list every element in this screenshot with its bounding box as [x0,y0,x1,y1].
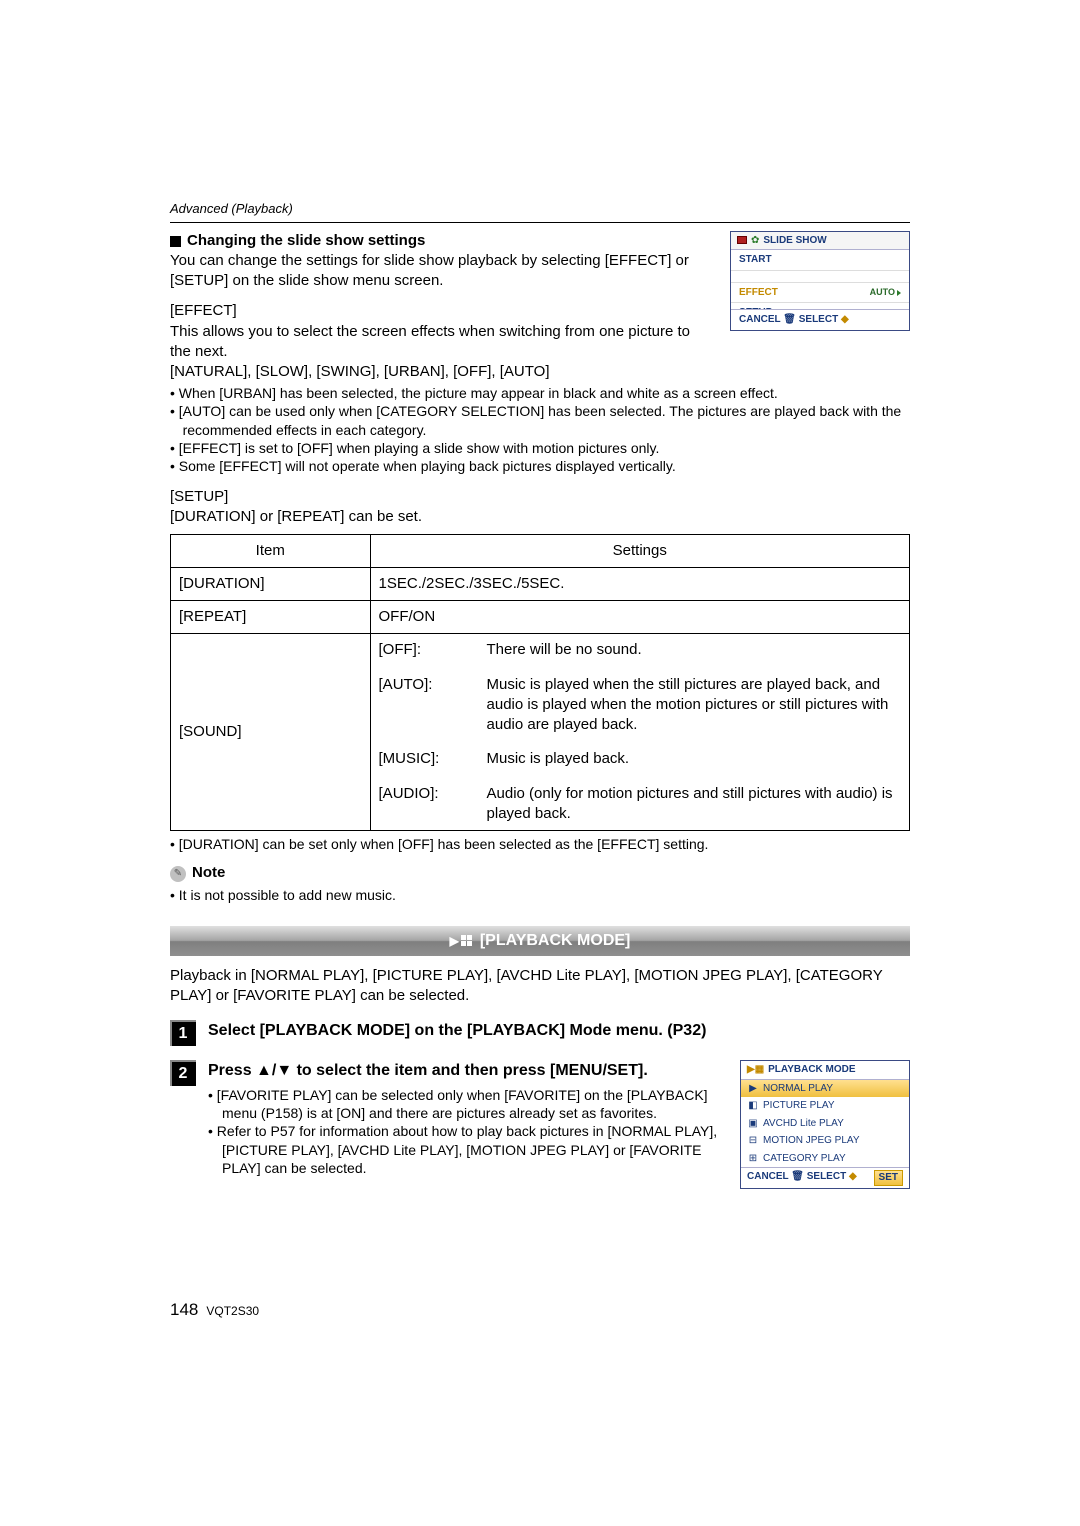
bullet: Refer to P57 for information about how t… [208,1122,724,1177]
page-footer: 148 VQT2S30 [170,1299,910,1322]
manual-page: Advanced (Playback) Changing the slide s… [0,0,1080,1382]
cell-value: 1SEC./2SEC./3SEC./5SEC. [370,567,909,600]
sound-key: [MUSIC]: [379,749,479,769]
menu-item: ▶NORMAL PLAY [741,1080,909,1098]
playback-mode-screenshot: ▶▦ PLAYBACK MODE ▶NORMAL PLAY ◧PICTURE P… [740,1060,910,1189]
menu-item: ▣AVCHD Lite PLAY [741,1115,909,1133]
bullet: Some [EFFECT] will not operate when play… [170,457,910,475]
square-bullet-icon [170,236,181,247]
screenshot-title: PLAYBACK MODE [768,1063,855,1077]
cell-item: [REPEAT] [171,601,371,634]
set-button: SET [874,1170,903,1186]
note-icon: ✎ [170,866,186,882]
setup-desc: [DURATION] or [REPEAT] can be set. [170,507,910,527]
chevron-right-icon [897,290,901,296]
step-1-badge: 1 [170,1020,196,1046]
cell-value: OFF/ON [370,601,909,634]
cell-sound: [OFF]: There will be no sound. [AUTO]: M… [370,634,909,831]
page-number: 148 [170,1299,198,1322]
sound-key: [OFF]: [379,640,479,660]
sound-val: Music is played back. [487,749,901,769]
step-2-badge: 2 [170,1060,196,1086]
sound-key: [AUDIO]: [379,784,479,825]
subheading: Changing the slide show settings [170,231,712,251]
step-2-heading: Press ▲/▼ to select the item and then pr… [208,1060,724,1082]
sound-val: Music is played when the still pictures … [487,675,901,736]
rule [170,222,910,223]
after-table-bullets: [DURATION] can be set only when [OFF] ha… [170,835,910,853]
col-header-item: Item [171,534,371,567]
bullet: When [URBAN] has been selected, the pict… [170,384,910,402]
screenshot-footer: CANCEL 🗑 SELECT ◆ SET [741,1167,909,1188]
slideshow-menu-screenshot: ✿ SLIDE SHOW START EFFECT AUTO SETUP CAN… [730,231,910,331]
menu-item-start: START [731,250,909,271]
effect-bullet-list: When [URBAN] has been selected, the pict… [170,384,910,475]
menu-item: ⊟MOTION JPEG PLAY [741,1132,909,1150]
gear-icon: ✿ [751,234,759,248]
step-2-bullets: [FAVORITE PLAY] can be selected only whe… [208,1086,724,1177]
video-icon: ▣ [747,1117,759,1131]
cell-item: [SOUND] [171,634,371,831]
category-icon: ⊞ [747,1152,759,1166]
cell-item: [DURATION] [171,567,371,600]
screenshot-footer: CANCEL 🗑 SELECT ◆ [731,309,909,330]
bullet: It is not possible to add new music. [170,886,910,904]
play-icon: ▶ [747,1082,759,1096]
bullet: [FAVORITE PLAY] can be selected only whe… [208,1086,724,1122]
subheading-text: Changing the slide show settings [187,231,425,251]
intro-text: You can change the settings for slide sh… [170,251,712,292]
section-header: Advanced (Playback) [170,200,910,220]
menu-item: ◧PICTURE PLAY [741,1097,909,1115]
playback-mode-banner: ▶ [PLAYBACK MODE] [170,926,910,956]
film-icon: ⊟ [747,1134,759,1148]
effect-title: [EFFECT] [170,301,712,321]
sound-val: Audio (only for motion pictures and stil… [487,784,901,825]
sound-val: There will be no sound. [487,640,901,660]
setup-title: [SETUP] [170,487,910,507]
bullet: [AUTO] can be used only when [CATEGORY S… [170,402,910,438]
menu-item: ⊞CATEGORY PLAY [741,1150,909,1168]
menu-item-effect: EFFECT AUTO [731,283,909,304]
note-bullets: It is not possible to add new music. [170,886,910,904]
effect-desc: This allows you to select the screen eff… [170,322,712,363]
bullet: [DURATION] can be set only when [OFF] ha… [170,835,910,853]
step-1-text: Select [PLAYBACK MODE] on the [PLAYBACK]… [208,1020,910,1042]
playback-intro: Playback in [NORMAL PLAY], [PICTURE PLAY… [170,966,910,1007]
playback-mode-icon: ▶ [450,933,472,949]
playback-mode-icon: ▶▦ [747,1063,764,1077]
col-header-settings: Settings [370,534,909,567]
record-icon [737,236,747,244]
note-label: Note [192,863,225,883]
screenshot-title: SLIDE SHOW [763,234,826,248]
sound-key: [AUTO]: [379,675,479,736]
camera-icon: ◧ [747,1099,759,1113]
bullet: [EFFECT] is set to [OFF] when playing a … [170,439,910,457]
settings-table: Item Settings [DURATION] 1SEC./2SEC./3SE… [170,534,910,832]
effect-options: [NATURAL], [SLOW], [SWING], [URBAN], [OF… [170,362,910,382]
document-code: VQT2S30 [206,1303,259,1319]
